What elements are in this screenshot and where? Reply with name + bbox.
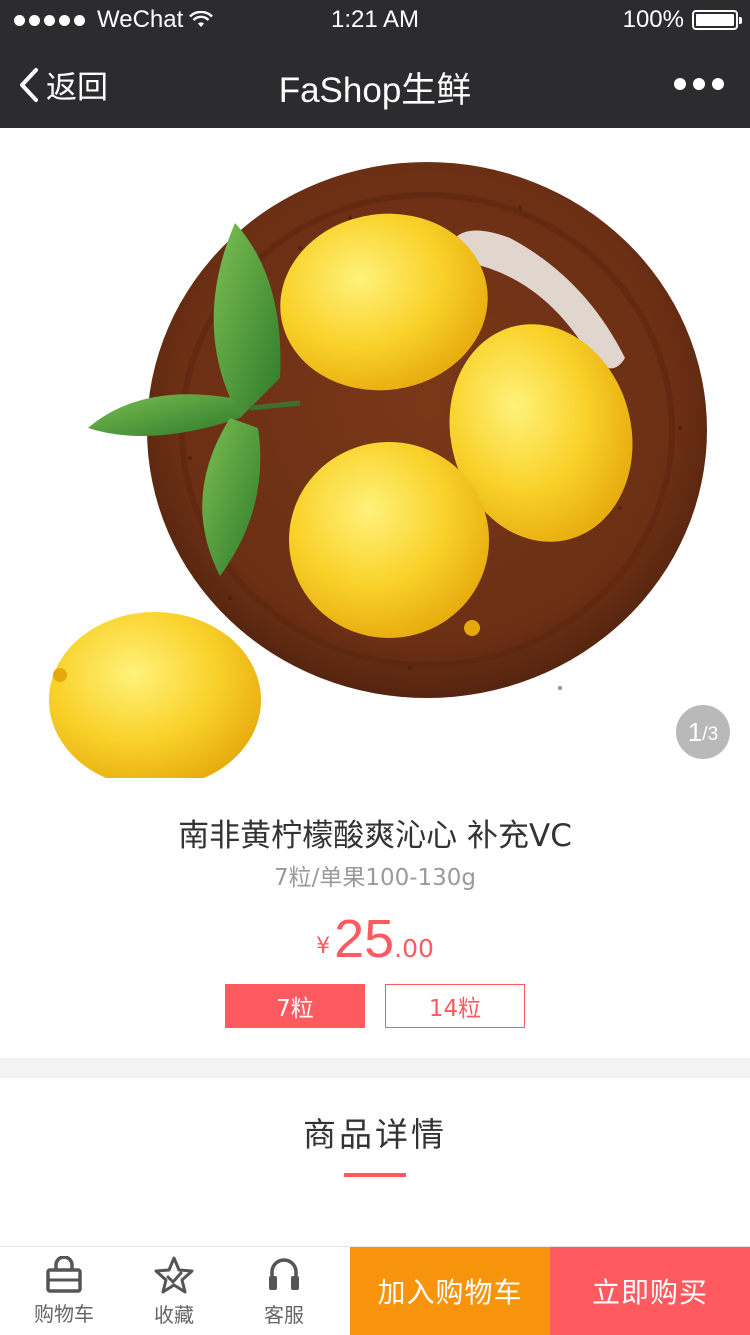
- page-title: FaShop生鲜: [278, 71, 472, 110]
- gallery-pager: 1 /3: [676, 705, 730, 759]
- pager-total: /3: [702, 724, 719, 745]
- service-tab[interactable]: 客服: [234, 1247, 334, 1335]
- price-integer: 25: [334, 909, 395, 969]
- product-gallery[interactable]: 1 /3: [0, 128, 750, 780]
- star-icon: [154, 1256, 194, 1293]
- service-tab-label: 客服: [264, 1302, 304, 1327]
- pager-current: 1: [687, 716, 703, 747]
- price-decimal: .00: [394, 934, 434, 963]
- detail-underline: [344, 1173, 406, 1177]
- battery-fill: [696, 14, 734, 26]
- product-subtitle: 7粒/单果100-130g: [273, 865, 477, 891]
- battery-icon: [692, 10, 742, 30]
- product-title: 南非黄柠檬酸爽沁心 补充VC: [178, 818, 572, 854]
- more-dots-icon[interactable]: [674, 78, 724, 90]
- headset-icon: [269, 1257, 299, 1290]
- spec-options: 7粒 14粒: [225, 984, 525, 1028]
- detail-section: 商品详情: [0, 1078, 750, 1246]
- cart-tab-label: 购物车: [34, 1301, 94, 1326]
- buy-now-button[interactable]: 立即购买: [550, 1247, 750, 1335]
- detail-title: 商品详情: [303, 1115, 447, 1154]
- product-info: 南非黄柠檬酸爽沁心 补充VC 7粒/单果100-130g ¥25.00 7粒 1…: [0, 780, 750, 1058]
- price-currency: ¥: [316, 934, 331, 959]
- favorite-tab-label: 收藏: [154, 1302, 194, 1327]
- bottom-action-bar: 购物车 收藏 客服 加入购物车 立即购买: [0, 1246, 750, 1335]
- spec-option-7[interactable]: 7粒: [225, 984, 365, 1028]
- spec-option-14[interactable]: 14粒: [385, 984, 525, 1028]
- product-price: ¥25.00: [0, 908, 750, 970]
- battery-percent: 100%: [622, 6, 684, 33]
- status-bar: WeChat 1:21 AM 100%: [0, 0, 750, 40]
- favorite-tab[interactable]: 收藏: [124, 1247, 224, 1335]
- status-right: 100%: [622, 6, 742, 34]
- shopping-bag-icon: [46, 1255, 82, 1293]
- nav-bar: 返回 FaShop生鲜: [0, 40, 750, 128]
- add-to-cart-button[interactable]: 加入购物车: [350, 1247, 550, 1335]
- section-divider: [0, 1058, 750, 1078]
- lemon-bowl-image: [0, 162, 750, 780]
- cart-tab[interactable]: 购物车: [14, 1247, 114, 1335]
